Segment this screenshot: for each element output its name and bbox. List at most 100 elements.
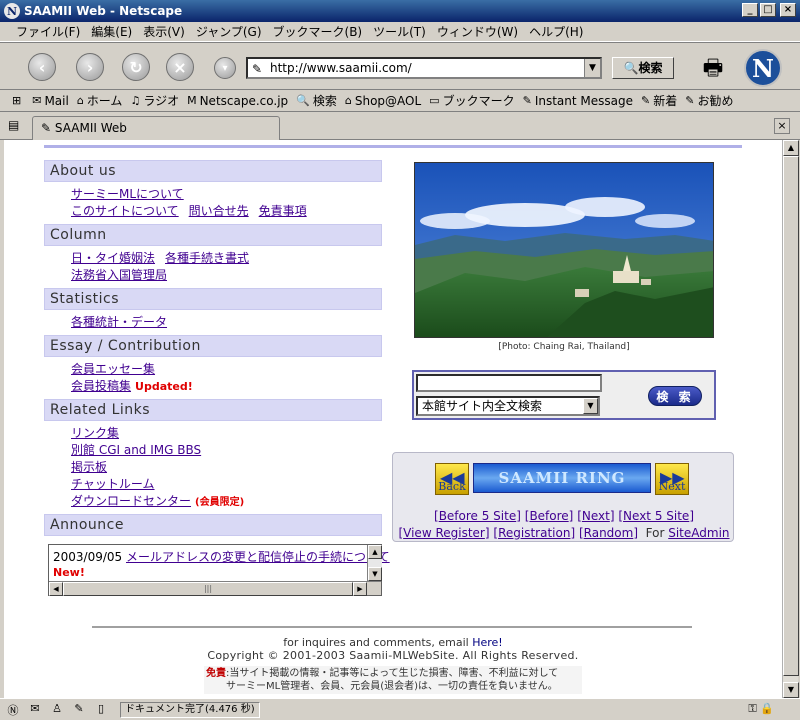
bookmark-shop[interactable]: ⌂ Shop@AOL bbox=[345, 94, 421, 108]
landscape-image bbox=[415, 163, 713, 337]
menu-go[interactable]: ジャンプ(G) bbox=[196, 23, 262, 40]
site-search-input[interactable] bbox=[416, 374, 602, 392]
search-button[interactable]: 🔍検索 bbox=[612, 57, 674, 79]
scroll-down-button[interactable]: ▼ bbox=[368, 567, 382, 581]
page-vscroll[interactable]: ▲ ▼ bbox=[782, 140, 799, 698]
announce-vscroll[interactable]: ▲ ▼ bbox=[367, 545, 382, 581]
scroll-left-button[interactable]: ◀ bbox=[49, 582, 63, 596]
announce-item: 2003/09/05 メールアドレスの変更と配信停止の手続について bbox=[53, 548, 390, 565]
link-cgi-bbs[interactable]: 別館 CGI and IMG BBS bbox=[71, 443, 201, 457]
announce-hscroll[interactable]: ◀ ||| ▶ bbox=[49, 581, 381, 596]
print-icon[interactable]: 🖶 bbox=[698, 51, 728, 81]
link-marriage-law[interactable]: 日・タイ婚姻法 bbox=[71, 251, 155, 265]
ring-next5-link[interactable]: Next 5 Site bbox=[623, 509, 689, 523]
ring-random-link[interactable]: Random bbox=[584, 526, 634, 540]
ring-before5-link[interactable]: Before 5 Site bbox=[439, 509, 517, 523]
bookmark-recommend[interactable]: ✎ お勧め bbox=[685, 92, 733, 109]
link-disclaimer[interactable]: 免責事項 bbox=[259, 204, 307, 218]
headphones-icon: ♫ bbox=[130, 94, 141, 107]
close-button[interactable]: × bbox=[780, 3, 796, 17]
url-input[interactable]: ✎ http://www.saamii.com/ ▼ bbox=[246, 57, 602, 79]
ring-next-link[interactable]: Next bbox=[582, 509, 610, 523]
scroll-right-button[interactable]: ▶ bbox=[353, 582, 367, 596]
section-header-related-links: Related Links bbox=[44, 399, 382, 421]
menu-edit[interactable]: 編集(E) bbox=[91, 23, 132, 40]
menu-bookmarks[interactable]: ブックマーク(B) bbox=[273, 23, 363, 40]
ring-next-button[interactable]: ▶▶ Next bbox=[655, 463, 689, 495]
bookmark-radio[interactable]: ♫ ラジオ bbox=[130, 92, 179, 109]
scroll-thumb[interactable]: ||| bbox=[63, 582, 353, 596]
link-essays[interactable]: 会員エッセー集 bbox=[71, 362, 155, 376]
maximize-button[interactable]: □ bbox=[760, 3, 776, 17]
chevron-down-icon[interactable]: ▼ bbox=[583, 398, 598, 414]
menu-view[interactable]: 表示(V) bbox=[143, 23, 185, 40]
email-here-link[interactable]: Here! bbox=[472, 636, 503, 649]
mail-icon[interactable]: ✉ bbox=[26, 702, 44, 718]
stop-button[interactable]: × bbox=[166, 53, 194, 81]
link-forms[interactable]: 各種手続き書式 bbox=[165, 251, 249, 265]
link-bbs[interactable]: 掲示板 bbox=[71, 460, 107, 474]
sidebar-toggle-icon[interactable]: ▤ bbox=[8, 118, 26, 134]
scroll-thumb[interactable] bbox=[783, 156, 799, 676]
announce-box[interactable]: 2003/09/05 メールアドレスの変更と配信停止の手続について New! ▲… bbox=[48, 544, 390, 596]
menu-file[interactable]: ファイル(F) bbox=[16, 23, 80, 40]
url-dropdown-button[interactable]: ▼ bbox=[584, 59, 600, 77]
address-book-icon[interactable]: ▯ bbox=[92, 702, 110, 718]
menu-tools[interactable]: ツール(T) bbox=[373, 23, 426, 40]
bookmark-mail[interactable]: ✉ Mail bbox=[32, 94, 69, 108]
ring-before-link[interactable]: Before bbox=[529, 509, 568, 523]
ring-back-button[interactable]: ◀◀ Back bbox=[435, 463, 469, 495]
bookmark-new[interactable]: ✎ 新着 bbox=[641, 92, 677, 109]
members-only-badge: (会員限定) bbox=[195, 497, 245, 508]
url-history-button[interactable]: ▾ bbox=[214, 57, 236, 79]
scroll-up-button[interactable]: ▲ bbox=[368, 545, 382, 559]
person-icon[interactable]: ♙ bbox=[48, 702, 66, 718]
link-immigration[interactable]: 法務省入国管理局 bbox=[71, 268, 167, 282]
close-tab-button[interactable]: × bbox=[774, 118, 790, 134]
composer-icon[interactable]: ✎ bbox=[70, 702, 88, 718]
bookmark-search[interactable]: 🔍 検索 bbox=[296, 92, 337, 109]
reload-button[interactable]: ↻ bbox=[122, 53, 150, 81]
bookmark-home[interactable]: ⌂ ホーム bbox=[77, 92, 123, 109]
bookmark-instant-message[interactable]: ✎ Instant Message bbox=[523, 94, 633, 108]
tab-bar: ▤ ✎ SAAMII Web × bbox=[0, 112, 800, 140]
security-lock-icon[interactable]: ⚿ 🔒 bbox=[748, 702, 774, 716]
page-icon: ✎ bbox=[41, 121, 55, 135]
menu-bar: ファイル(F) 編集(E) 表示(V) ジャンプ(G) ブックマーク(B) ツー… bbox=[0, 22, 800, 42]
scroll-down-button[interactable]: ▼ bbox=[783, 682, 799, 698]
menu-help[interactable]: ヘルプ(H) bbox=[529, 23, 583, 40]
ring-logo[interactable]: SAAMII RING bbox=[473, 463, 651, 493]
site-search-button[interactable]: 検 索 bbox=[648, 386, 702, 406]
link-contact[interactable]: 問い合せ先 bbox=[189, 204, 249, 218]
back-button[interactable]: ‹ bbox=[28, 53, 56, 81]
search-scope-select[interactable]: 本館サイト内全文検索 ▼ bbox=[416, 396, 600, 416]
footer-contact: for inquires and comments, email Here! bbox=[283, 636, 503, 649]
netscape-icon: N bbox=[4, 3, 20, 19]
scroll-track[interactable] bbox=[368, 559, 382, 567]
minimize-button[interactable]: _ bbox=[742, 3, 758, 17]
link-about-site[interactable]: このサイトについて bbox=[71, 204, 179, 218]
announce-link[interactable]: メールアドレスの変更と配信停止の手続について bbox=[126, 550, 390, 564]
link-statistics[interactable]: 各種統計・データ bbox=[71, 315, 167, 329]
ring-registration-link[interactable]: Registration bbox=[498, 526, 570, 540]
link-links[interactable]: リンク集 bbox=[71, 426, 119, 440]
bookmark-netscape[interactable]: M Netscape.co.jp bbox=[187, 94, 288, 108]
link-download[interactable]: ダウンロードセンター bbox=[71, 494, 191, 508]
home-icon: ⌂ bbox=[76, 94, 84, 107]
scroll-up-button[interactable]: ▲ bbox=[783, 140, 799, 156]
ring-view-register-link[interactable]: View Register bbox=[403, 526, 485, 540]
ring-siteadmin-link[interactable]: SiteAdmin bbox=[668, 526, 729, 540]
bookmark-bookmarks[interactable]: ▭ ブックマーク bbox=[429, 92, 514, 109]
toolbar-grip-icon[interactable]: ⊞ bbox=[12, 94, 24, 107]
link-about-ml[interactable]: サーミーMLについて bbox=[71, 187, 184, 201]
netscape-logo[interactable]: N bbox=[744, 49, 782, 87]
tab-saamii-web[interactable]: ✎ SAAMII Web bbox=[32, 116, 280, 140]
back-arrow-icon: ‹ bbox=[38, 57, 46, 77]
menu-window[interactable]: ウィンドウ(W) bbox=[437, 23, 518, 40]
link-chat[interactable]: チャットルーム bbox=[71, 477, 155, 491]
page-icon: ✎ bbox=[252, 62, 263, 76]
forward-button[interactable]: › bbox=[76, 53, 104, 81]
link-contributions[interactable]: 会員投稿集 bbox=[71, 379, 131, 393]
window-title: SAAMII Web - Netscape bbox=[24, 4, 183, 18]
netscape-icon[interactable]: Ⓝ bbox=[4, 702, 22, 718]
